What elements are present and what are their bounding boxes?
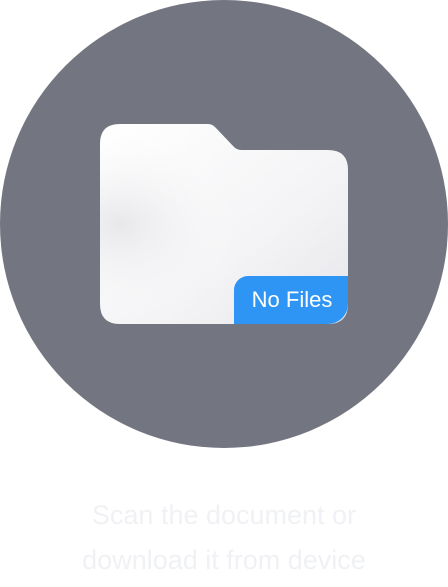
- no-files-badge: No Files: [234, 276, 348, 324]
- empty-state-hint: Scan the document or download it from de…: [0, 493, 448, 583]
- empty-state-screen: No Files Scan the document or download i…: [0, 0, 448, 587]
- hint-line-1: Scan the document or: [91, 500, 357, 530]
- hint-line-2: download it from device: [82, 545, 366, 575]
